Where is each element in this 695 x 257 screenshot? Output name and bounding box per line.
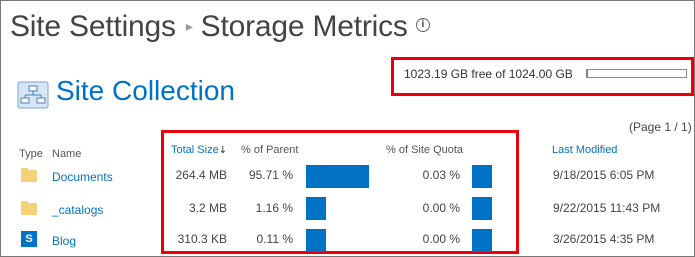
info-icon[interactable]: i xyxy=(415,18,430,33)
column-header-last-modified[interactable]: Last Modified xyxy=(552,144,617,156)
pct-parent-bar xyxy=(306,229,326,252)
pct-quota-bar xyxy=(472,165,492,188)
row-last-modified: 9/18/2015 6:05 PM xyxy=(553,168,655,182)
row-pct-quota: 0.00 % xyxy=(422,201,460,215)
row-name-link[interactable]: Documents xyxy=(52,170,113,184)
row-pct-parent: 95.71 % xyxy=(248,168,293,182)
row-last-modified: 9/22/2015 11:43 PM xyxy=(553,201,661,215)
pct-parent-bar xyxy=(306,197,326,220)
chevron-right-icon: ▸ xyxy=(185,17,193,34)
folder-icon xyxy=(21,201,37,215)
column-header-type: Type xyxy=(19,148,43,160)
storage-free-text: 1023.19 GB free of 1024.00 GB xyxy=(404,67,573,81)
sort-descending-icon: ↓ xyxy=(218,145,228,156)
pct-quota-bar xyxy=(472,229,492,252)
breadcrumb: Site Settings ▸ Storage Metrics i xyxy=(10,10,430,44)
column-header-total-size-label[interactable]: Total Size xyxy=(171,144,219,156)
column-header-total-size[interactable]: Total Size↓ xyxy=(171,144,227,156)
pct-parent-bar xyxy=(306,165,369,188)
pagination-indicator: (Page 1 / 1) xyxy=(629,120,692,134)
row-total-size: 264.4 MB xyxy=(175,168,227,182)
row-pct-quota: 0.03 % xyxy=(422,168,460,182)
sharepoint-icon: S xyxy=(21,231,37,247)
column-header-pct-quota: % of Site Quota xyxy=(386,144,464,156)
row-total-size: 310.3 KB xyxy=(177,232,227,246)
row-total-size: 3.2 MB xyxy=(188,201,227,215)
column-header-pct-parent: % of Parent xyxy=(241,144,299,156)
breadcrumb-parent-link[interactable]: Site Settings xyxy=(10,10,176,43)
storage-usage-bar xyxy=(586,69,687,78)
row-pct-parent: 1.16 % xyxy=(255,201,293,215)
folder-icon xyxy=(21,168,37,182)
row-name-link[interactable]: _catalogs xyxy=(52,203,103,217)
column-header-name[interactable]: Name xyxy=(52,148,81,160)
row-name-link[interactable]: Blog xyxy=(52,234,76,248)
site-hierarchy-icon xyxy=(16,80,50,110)
pct-quota-bar xyxy=(472,197,492,220)
row-last-modified: 3/26/2015 4:35 PM xyxy=(553,232,655,246)
row-pct-quota: 0.00 % xyxy=(422,232,460,246)
row-pct-parent: 0.11 % xyxy=(256,232,293,246)
page-title: Storage Metrics xyxy=(200,10,408,43)
site-collection-heading: Site Collection xyxy=(56,75,235,106)
